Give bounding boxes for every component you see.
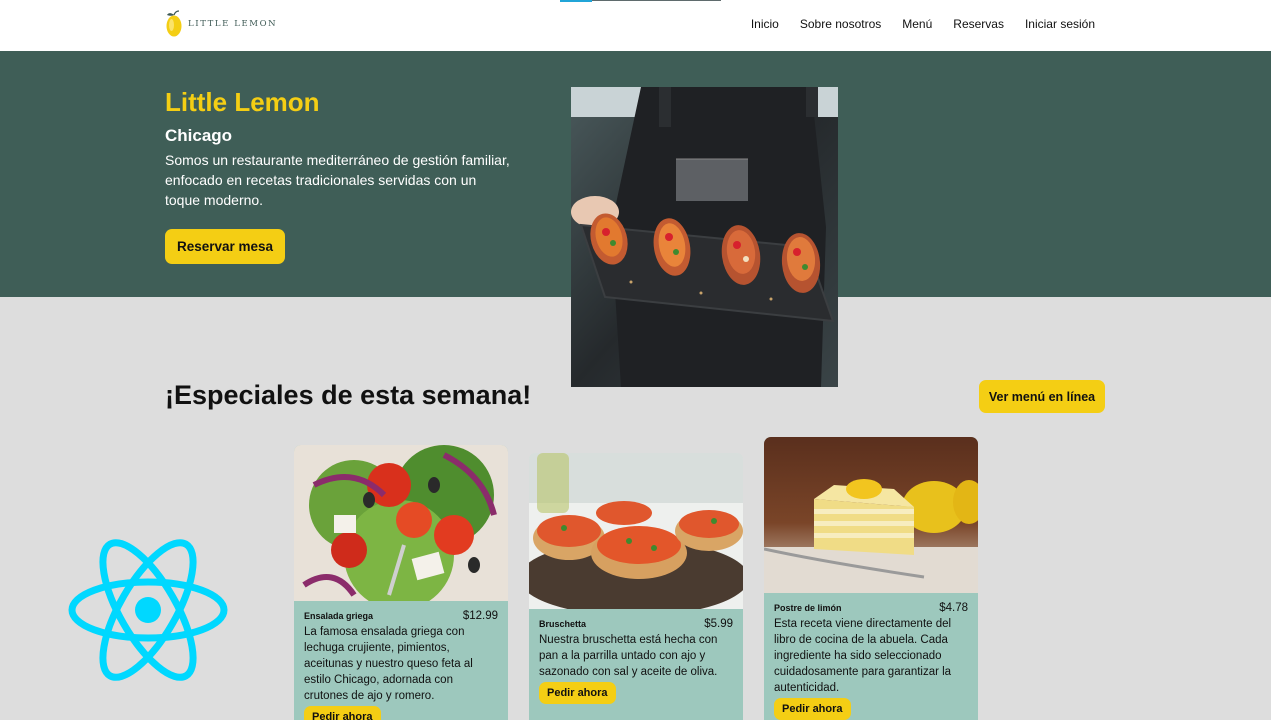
specials-title: ¡Especiales de esta semana! — [165, 380, 532, 410]
special-description: Nuestra bruschetta está hecha con pan a … — [539, 634, 718, 678]
waiter-bruschetta-illustration — [571, 87, 838, 387]
order-now-button[interactable]: Pedir ahora — [304, 706, 381, 720]
nav-link-menu[interactable]: Menú — [902, 17, 932, 31]
nav-link-iniciar-sesion[interactable]: Iniciar sesión — [1025, 17, 1095, 31]
nav-link-sobre-nosotros[interactable]: Sobre nosotros — [800, 17, 881, 31]
react-atom-icon — [68, 539, 228, 681]
hero-description: Somos un restaurante mediterráneo de ges… — [165, 152, 510, 208]
special-card-postre-de-limon: Postre de limón $4.78 Esta receta viene … — [764, 437, 978, 720]
special-image-bruschetta — [529, 453, 743, 609]
special-price: $5.99 — [704, 618, 733, 630]
hero-image — [571, 87, 838, 387]
special-description: La famosa ensalada griega con lechuga cr… — [304, 626, 473, 702]
nav-link-reservas[interactable]: Reservas — [953, 17, 1004, 31]
order-now-button[interactable]: Pedir ahora — [539, 682, 616, 704]
reserve-table-button[interactable]: Reservar mesa — [165, 229, 285, 264]
lemon-logo-icon — [166, 10, 182, 37]
logo[interactable]: Little Lemon — [165, 9, 277, 39]
hero-title: Little Lemon — [165, 87, 320, 117]
main-nav: Inicio Sobre nosotros Menú Reservas Inic… — [751, 17, 1095, 31]
nav-link-inicio[interactable]: Inicio — [751, 17, 779, 31]
special-image-lemon-dessert — [764, 437, 978, 593]
site-header: Little Lemon Inicio Sobre nosotros Menú … — [0, 0, 1271, 51]
special-image-greek-salad — [294, 445, 508, 601]
special-name: Postre de limón — [774, 603, 842, 613]
scroll-indicator-thumb — [560, 0, 592, 2]
logo-text: Little Lemon — [188, 19, 278, 29]
special-name: Ensalada griega — [304, 611, 374, 621]
special-description: Esta receta viene directamente del libro… — [774, 618, 952, 694]
special-card-ensalada-griega: Ensalada griega $12.99 La famosa ensalad… — [294, 445, 508, 720]
special-name: Bruschetta — [539, 619, 587, 629]
special-card-bruschetta: Bruschetta $5.99 Nuestra bruschetta está… — [529, 453, 743, 720]
hero-city: Chicago — [165, 126, 233, 145]
special-price: $4.78 — [939, 602, 968, 614]
online-menu-button[interactable]: Ver menú en línea — [979, 380, 1105, 413]
special-price: $12.99 — [462, 610, 498, 622]
order-now-button[interactable]: Pedir ahora — [774, 698, 851, 720]
